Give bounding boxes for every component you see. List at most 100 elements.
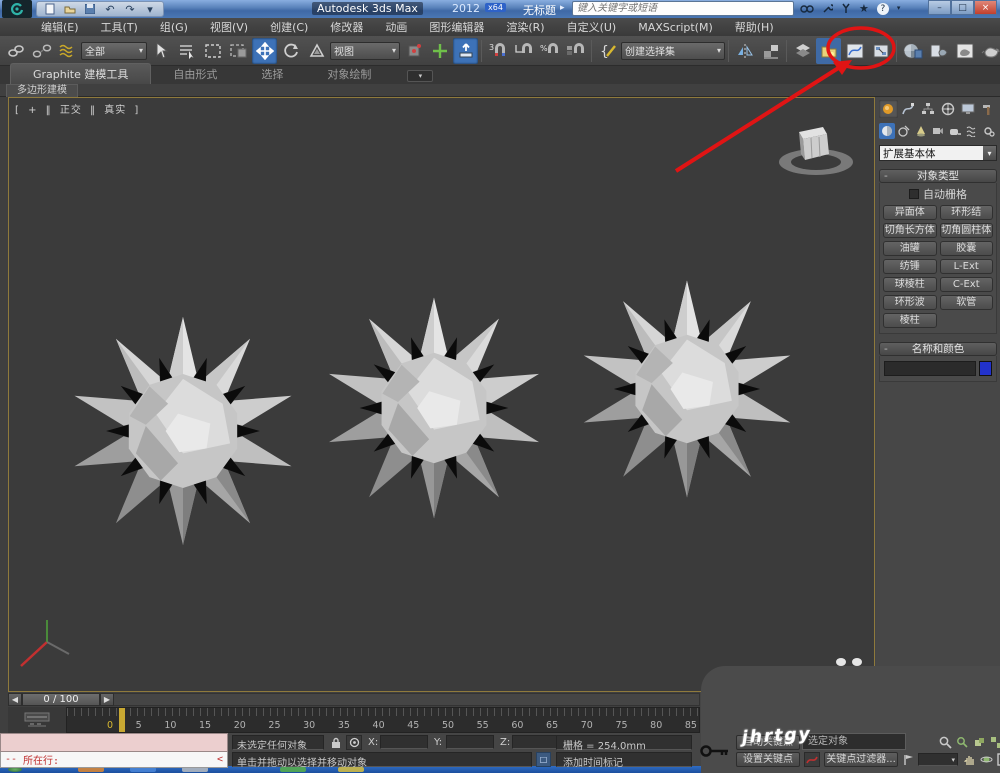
undo-icon[interactable]: ↶ xyxy=(102,2,118,16)
search-expand-icon[interactable]: ▸ xyxy=(560,3,565,13)
hedra-object-3[interactable] xyxy=(583,280,791,498)
unlink-selection-button[interactable] xyxy=(29,38,54,64)
new-file-icon[interactable] xyxy=(42,2,58,16)
menu-item[interactable]: 自定义(U) xyxy=(556,18,628,36)
zoom-all-button[interactable] xyxy=(955,735,970,750)
selection-lock-toggle[interactable] xyxy=(328,735,343,750)
x-coordinate-field[interactable] xyxy=(380,735,428,749)
perspective-viewport[interactable]: [ + ‖ 正交 ‖ 真实 ] xyxy=(8,97,875,692)
search-binoculars-icon[interactable] xyxy=(800,4,814,14)
time-slider-track[interactable] xyxy=(114,693,700,706)
selected-objects-dropdown[interactable]: 选定对象 xyxy=(802,733,906,750)
object-type-button[interactable]: 环形波 xyxy=(883,295,937,310)
object-type-rollout-header[interactable]: - 对象类型 xyxy=(879,169,997,183)
selection-filter-dropdown[interactable]: 全部 ▾ xyxy=(81,41,147,60)
object-type-button[interactable]: C-Ext xyxy=(939,277,993,292)
named-selection-sets-dropdown[interactable]: 创建选择集 ▾ xyxy=(621,41,725,60)
select-and-manipulate-button[interactable] xyxy=(427,38,452,64)
add-time-tag[interactable]: 添加时间标记 xyxy=(556,752,692,769)
object-type-button[interactable]: 切角长方体 xyxy=(883,223,937,238)
menu-item[interactable]: 工具(T) xyxy=(90,18,149,36)
menu-item[interactable]: 组(G) xyxy=(149,18,199,36)
ribbon-tab[interactable]: 选择 xyxy=(239,64,305,84)
align-button[interactable] xyxy=(758,38,783,64)
z-coordinate-field[interactable] xyxy=(512,735,560,749)
ribbon-minimize-button[interactable]: ▾ xyxy=(407,70,434,82)
zoom-extents-button[interactable] xyxy=(972,735,987,750)
absolute-mode-toggle[interactable] xyxy=(346,735,362,750)
ribbon-tab[interactable]: Graphite 建模工具 xyxy=(10,63,152,84)
helpers-category-icon[interactable] xyxy=(947,123,963,139)
orbit-button[interactable] xyxy=(979,752,994,767)
track-bar-ruler[interactable]: 0 5 10 15 20 25 30 35 40 45 50 55 60 65 70 75 80 85 xyxy=(66,707,700,733)
select-object-button[interactable] xyxy=(148,38,173,64)
time-configuration-button[interactable] xyxy=(902,752,916,767)
schematic-view-button[interactable] xyxy=(868,38,893,64)
key-filters-button[interactable]: 关键点过滤器... xyxy=(824,752,898,767)
hedra-object-1[interactable] xyxy=(74,316,292,546)
notification-icon[interactable]: □ xyxy=(536,752,551,767)
object-color-swatch[interactable] xyxy=(979,361,992,376)
render-setup-button[interactable] xyxy=(926,38,951,64)
hedra-object-2[interactable] xyxy=(329,297,539,519)
communication-icon[interactable] xyxy=(841,3,851,14)
listener-pane[interactable]: -- 所在行: < xyxy=(0,752,228,768)
object-type-button[interactable]: L-Ext xyxy=(939,259,993,274)
frame-number-field[interactable]: ▾ xyxy=(918,753,958,766)
render-production-button[interactable] xyxy=(978,38,1000,64)
y-coordinate-field[interactable] xyxy=(446,735,494,749)
object-type-button[interactable]: 球棱柱 xyxy=(883,277,937,292)
object-type-button[interactable]: 异面体 xyxy=(883,205,937,220)
space-warps-category-icon[interactable] xyxy=(964,123,980,139)
set-key-button[interactable]: 设置关键点 xyxy=(736,752,800,767)
zoom-extents-all-button[interactable] xyxy=(989,735,1000,750)
object-type-button[interactable]: 棱柱 xyxy=(883,313,937,328)
object-type-button[interactable]: 软管 xyxy=(939,295,993,310)
cameras-category-icon[interactable] xyxy=(930,123,946,139)
object-name-input[interactable] xyxy=(884,361,976,376)
menu-item[interactable]: 动画 xyxy=(374,18,418,36)
set-keys-button[interactable] xyxy=(698,735,732,766)
search-input[interactable] xyxy=(573,2,793,15)
help-dropdown-icon[interactable]: ▾ xyxy=(897,5,901,12)
previous-frame-button[interactable]: ◀ xyxy=(8,693,22,706)
menu-item[interactable]: 修改器 xyxy=(319,18,374,36)
maxscript-mini-listener[interactable]: -- 所在行: < xyxy=(0,733,228,768)
menu-item[interactable]: 视图(V) xyxy=(199,18,259,36)
geometry-category-dropdown[interactable]: 扩展基本体 ▾ xyxy=(879,145,997,161)
object-type-button[interactable]: 胶囊 xyxy=(939,241,993,256)
spinner-icon[interactable]: ▾ xyxy=(951,756,955,764)
spinner-snap-button[interactable] xyxy=(563,38,588,64)
window-crossing-button[interactable] xyxy=(226,38,251,64)
menu-item[interactable]: 创建(C) xyxy=(259,18,319,36)
ribbon-tab[interactable]: 对象绘制 xyxy=(305,64,393,84)
macro-recorder-pane[interactable] xyxy=(0,733,228,752)
menu-item[interactable]: 渲染(R) xyxy=(495,18,555,36)
lights-category-icon[interactable] xyxy=(913,123,929,139)
pan-hand-button[interactable] xyxy=(962,752,977,767)
menu-item[interactable]: MAXScript(M) xyxy=(627,18,724,36)
maximize-viewport-toggle[interactable] xyxy=(996,752,1000,767)
systems-category-icon[interactable] xyxy=(981,123,997,139)
menu-item[interactable]: 编辑(E) xyxy=(30,18,90,36)
display-tab-icon[interactable] xyxy=(958,100,977,118)
bind-to-space-warp-button[interactable] xyxy=(55,38,80,64)
object-type-button[interactable]: 油罐 xyxy=(883,241,937,256)
manage-layers-button[interactable] xyxy=(790,38,815,64)
menu-item[interactable]: 帮助(H) xyxy=(724,18,785,36)
use-pivot-point-button[interactable] xyxy=(401,38,426,64)
ribbon-tab[interactable]: 自由形式 xyxy=(151,64,239,84)
utilities-tab-icon[interactable] xyxy=(978,100,997,118)
reference-coordinate-dropdown[interactable]: 视图 ▾ xyxy=(330,41,400,60)
open-file-icon[interactable] xyxy=(62,2,78,16)
select-and-move-button[interactable] xyxy=(252,37,277,64)
viewcube-home[interactable] xyxy=(779,127,853,175)
favorites-star-icon[interactable]: ★ xyxy=(859,3,869,14)
qat-options-icon[interactable]: ▾ xyxy=(142,2,158,16)
angle-snap-button[interactable] xyxy=(511,38,536,64)
create-tab-icon[interactable] xyxy=(879,100,898,118)
select-by-name-button[interactable] xyxy=(174,38,199,64)
frame-display[interactable]: 0 / 100 xyxy=(22,693,100,706)
modify-tab-icon[interactable] xyxy=(899,100,918,118)
menu-item[interactable]: 图形编辑器 xyxy=(418,18,495,36)
